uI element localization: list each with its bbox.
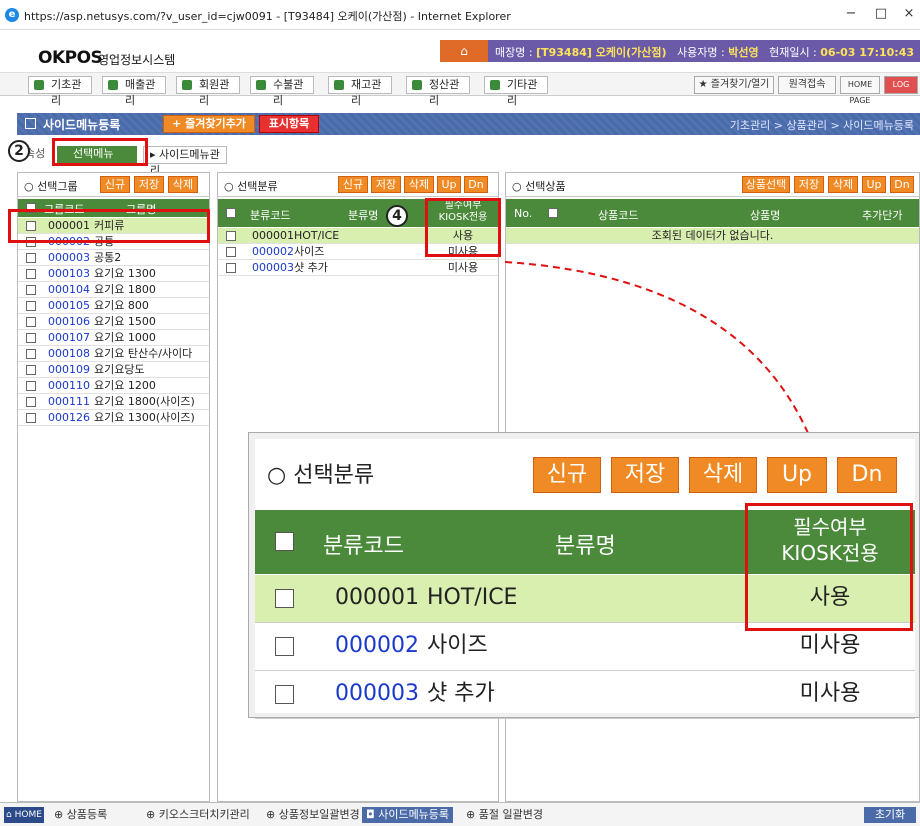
zoomed-class-panel: ○ 선택분류 신규 저장 삭제 Up Dn 분류코드 분류명 필수여부 KIOSK… <box>255 439 915 719</box>
zoom-select-all-checkbox[interactable] <box>275 532 294 551</box>
zoom-delete-button[interactable]: 삭제 <box>689 457 757 493</box>
zoom-class-required: 사용 <box>809 585 851 610</box>
zoom-up-button[interactable]: Up <box>767 457 827 493</box>
zoom-col-name: 분류명 <box>555 534 616 559</box>
zoom-down-button[interactable]: Dn <box>837 457 897 493</box>
reset-button[interactable]: 초기화 <box>864 807 916 823</box>
bottom-taskbar: ⌂ HOME ⊕ 상품등록 ⊕ 키오스크터치키관리 ⊕ 상품정보일괄변경 ◘ 사… <box>0 802 920 826</box>
zoom-class-required: 미사용 <box>799 633 861 658</box>
row-checkbox[interactable] <box>275 685 294 704</box>
taskbar-home-button[interactable]: ⌂ HOME <box>4 807 44 823</box>
zoom-class-code[interactable]: 000003 <box>335 671 419 717</box>
zoom-class-name: 사이즈 <box>427 633 488 658</box>
zoom-class-row[interactable]: 000002 사이즈 미사용 <box>255 623 915 671</box>
zoom-class-name: 샷 추가 <box>427 681 495 706</box>
task-soldout-bulk-change[interactable]: ⊕ 품절 일괄변경 <box>466 807 543 823</box>
zoom-class-row[interactable]: 000001 HOT/ICE 사용 <box>255 575 915 623</box>
zoom-class-row[interactable]: 000003 샷 추가 미사용 <box>255 671 915 719</box>
zoom-class-code[interactable]: 000001 <box>335 575 419 621</box>
task-side-menu-register[interactable]: ◘ 사이드메뉴등록 <box>362 807 454 823</box>
task-product-register[interactable]: ⊕ 상품등록 <box>54 807 107 823</box>
zoomed-table-header: 분류코드 분류명 필수여부 KIOSK전용 <box>255 510 915 574</box>
zoom-class-required: 미사용 <box>799 681 861 706</box>
row-checkbox[interactable] <box>275 589 294 608</box>
zoom-class-code[interactable]: 000002 <box>335 623 419 669</box>
task-kiosk-touch[interactable]: ⊕ 키오스크터치키관리 <box>146 807 250 823</box>
zoom-class-name: HOT/ICE <box>427 585 518 610</box>
zoomed-panel-title: ○ 선택분류 <box>267 463 375 488</box>
zoom-col-code: 분류코드 <box>323 534 404 559</box>
zoom-new-button[interactable]: 신규 <box>533 457 601 493</box>
row-checkbox[interactable] <box>275 637 294 656</box>
zoomed-callout: ○ 선택분류 신규 저장 삭제 Up Dn 분류코드 분류명 필수여부 KIOSK… <box>248 432 920 719</box>
zoom-save-button[interactable]: 저장 <box>611 457 679 493</box>
task-product-bulk-change[interactable]: ⊕ 상품정보일괄변경 <box>266 807 360 823</box>
zoom-col-required: 필수여부 KIOSK전용 <box>781 515 879 565</box>
